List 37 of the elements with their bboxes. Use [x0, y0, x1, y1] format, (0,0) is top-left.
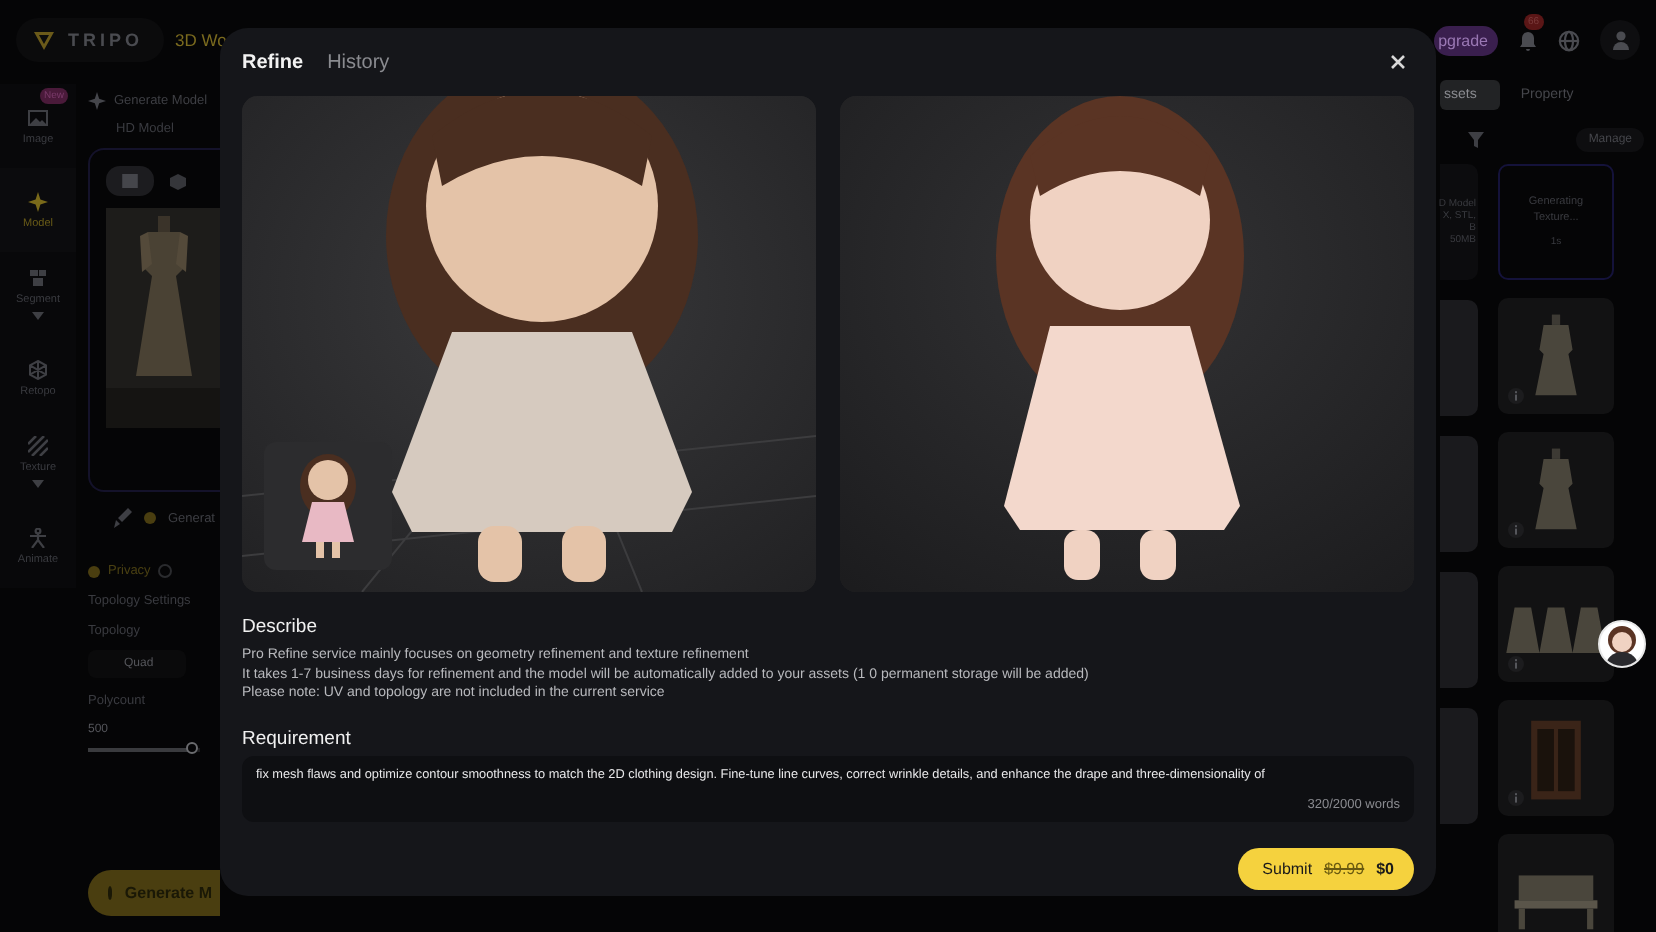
sparkle-icon — [28, 191, 48, 211]
section-title: Describe — [242, 616, 319, 638]
dialog-tab[interactable]: History — [327, 51, 390, 73]
info-icon[interactable] — [1508, 790, 1524, 806]
mesh-icon — [28, 359, 48, 379]
cubes-icon — [28, 268, 48, 288]
info-icon[interactable] — [1508, 656, 1524, 672]
stripes-icon — [28, 436, 48, 456]
cube-icon[interactable] — [170, 173, 186, 189]
info-icon[interactable] — [1508, 388, 1524, 404]
help-icon[interactable] — [158, 564, 173, 578]
dialog-tab[interactable]: Refine — [242, 51, 304, 73]
sparkle-icon — [88, 92, 106, 110]
user-button[interactable] — [1600, 20, 1640, 60]
close-icon[interactable] — [1390, 54, 1406, 70]
globe-icon[interactable] — [1558, 29, 1580, 51]
filter-icon[interactable] — [1468, 132, 1484, 148]
old-price: $9.99 — [1324, 860, 1365, 878]
image-icon — [28, 107, 48, 127]
assistant-avatar[interactable] — [1598, 620, 1646, 668]
image-icon — [122, 174, 138, 188]
figure-icon — [28, 527, 48, 547]
price: $0 — [1376, 860, 1394, 878]
section-title: Requirement — [242, 727, 353, 749]
logo-text: TRIPO — [68, 30, 144, 50]
coin-icon — [88, 565, 100, 577]
coin-icon — [144, 512, 156, 524]
brush-icon[interactable] — [112, 508, 132, 528]
submit-label: Submit — [1262, 860, 1313, 878]
upgrade-button[interactable]: pgrade — [1434, 25, 1498, 55]
image-tab[interactable] — [106, 166, 154, 196]
bell-icon[interactable] — [1518, 29, 1538, 51]
user-icon — [1611, 30, 1629, 50]
logo[interactable]: TRIPO — [16, 18, 164, 62]
info-icon[interactable] — [1508, 522, 1524, 538]
submit-button[interactable]: Submit $9.99 $0 — [1238, 848, 1414, 890]
logo-icon — [32, 28, 56, 52]
